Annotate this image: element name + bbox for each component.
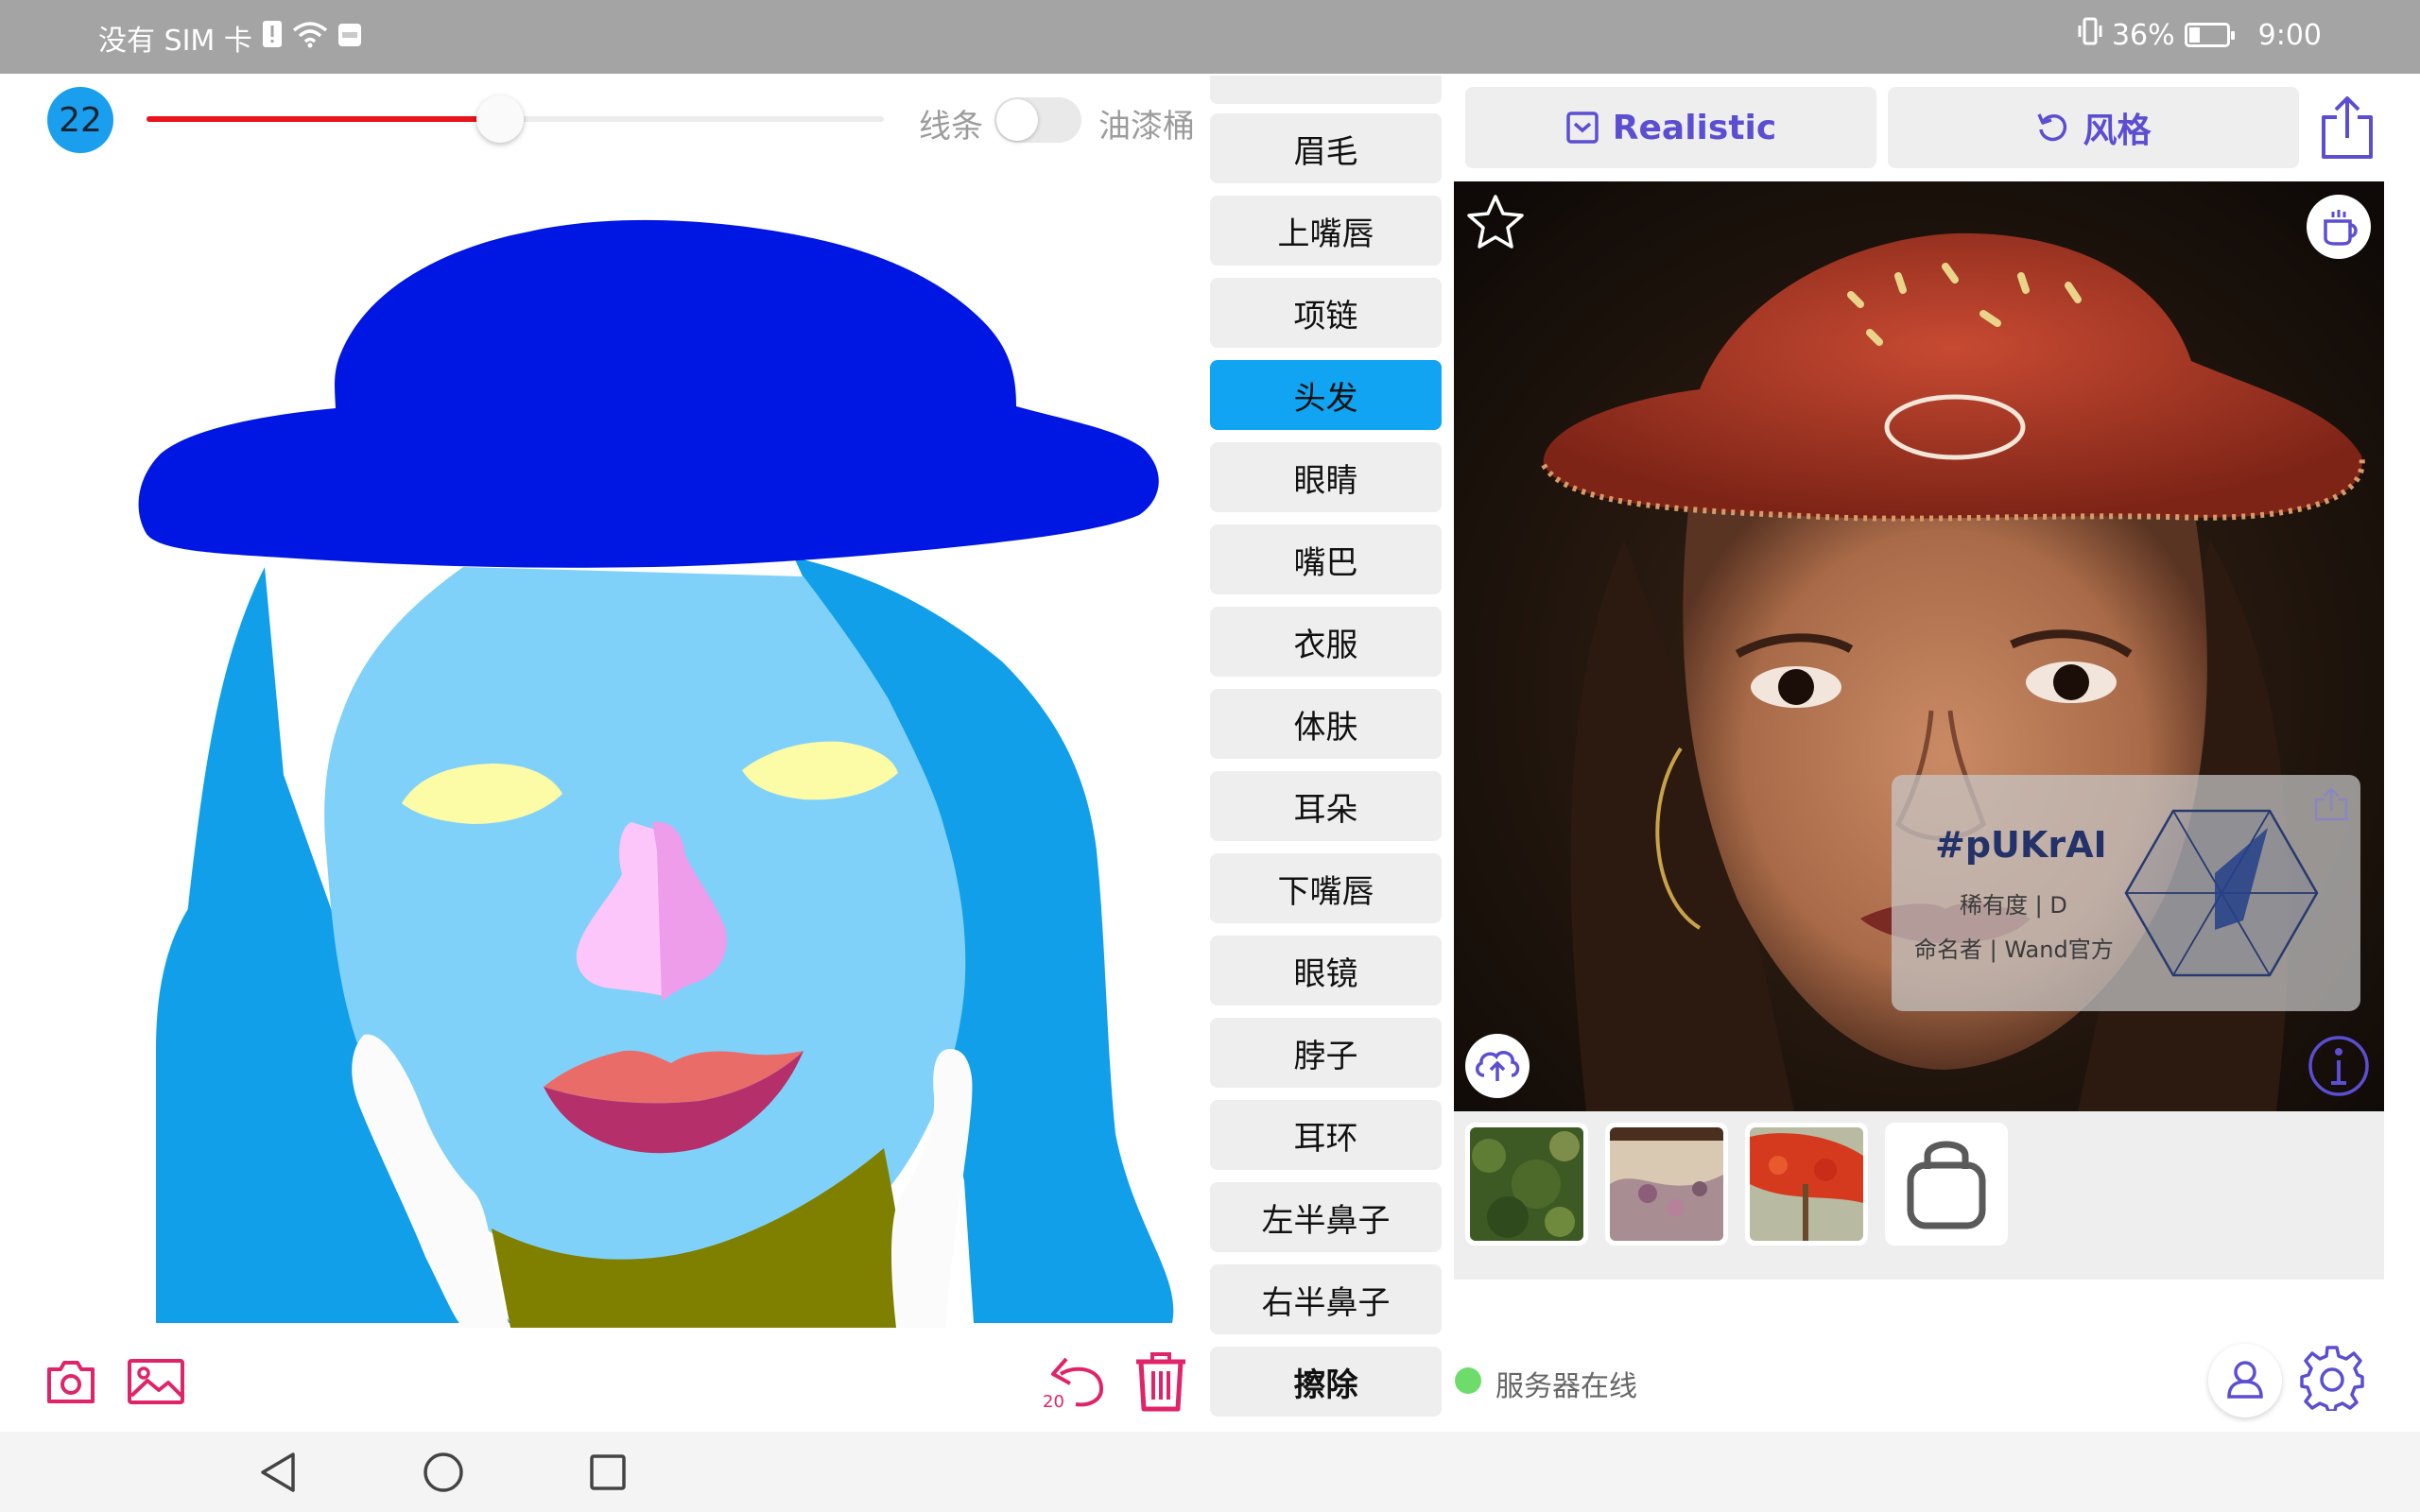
system-nav-bar [0, 1432, 2420, 1512]
refresh-icon [2037, 113, 2067, 142]
label-button[interactable]: 眼镜 [1210, 936, 1442, 1005]
status-bar: 没有 SIM 卡 36% 9:00 [0, 0, 2420, 74]
sim-alert-icon [262, 20, 283, 56]
style-label: 风格 [2083, 112, 2152, 150]
toggle-knob [996, 99, 1038, 141]
drawing-canvas[interactable] [0, 165, 1201, 1328]
label-button[interactable]: 嘴巴 [1210, 524, 1442, 594]
trash-icon[interactable] [1132, 1350, 1189, 1413]
thumbnail-image [1470, 1127, 1583, 1241]
gear-icon[interactable] [2299, 1345, 2365, 1411]
home-icon[interactable] [422, 1451, 465, 1494]
star-icon[interactable] [1465, 193, 1526, 249]
cloud-upload-icon [1476, 1051, 1520, 1081]
slider-fill [147, 116, 501, 122]
back-icon[interactable] [257, 1451, 299, 1494]
rarity-hexagon-chart [2124, 809, 2319, 977]
upload-button[interactable] [1465, 1034, 1530, 1098]
thumbnail-image [1610, 1127, 1723, 1241]
thumbnail[interactable] [1465, 1123, 1588, 1246]
nfc-icon [337, 22, 362, 55]
camera-icon[interactable] [45, 1358, 96, 1405]
label-button[interactable]: 擦除 [1210, 1347, 1442, 1417]
style-button[interactable]: 风格 [1888, 87, 2299, 168]
share-icon[interactable] [2320, 94, 2375, 161]
label-button[interactable]: 头发 [1210, 360, 1442, 430]
undo-count: 20 [1043, 1392, 1064, 1412]
wifi-icon [292, 20, 328, 56]
shopping-bag-icon [1907, 1141, 1986, 1229]
server-status-dot [1455, 1367, 1481, 1394]
thumbnail[interactable] [1745, 1123, 1868, 1246]
portrait-iris [2053, 664, 2089, 700]
label-button[interactable]: 左半鼻子 [1210, 1182, 1442, 1252]
label-button[interactable]: 衣服 [1210, 607, 1442, 677]
account-button[interactable] [2208, 1344, 2282, 1418]
battery-icon [2184, 23, 2235, 47]
card-namer: 命名者 | Wand官方 [1914, 936, 2114, 963]
label-button[interactable]: 耳朵 [1210, 771, 1442, 841]
user-icon [2227, 1361, 2263, 1399]
server-status-text: 服务器在线 [1495, 1370, 1637, 1403]
label-button[interactable]: 上嘴唇 [1210, 196, 1442, 266]
app-root: 没有 SIM 卡 36% 9:00 22 线条 油漆桶 20 眉毛 上嘴唇 项链… [0, 0, 2420, 1512]
mode-line-label: 线条 [919, 108, 983, 146]
label-button[interactable]: 耳环 [1210, 1100, 1442, 1170]
brush-size-slider[interactable] [147, 95, 884, 143]
thumbnail-image [1750, 1127, 1863, 1241]
brush-size-badge[interactable]: 22 [47, 87, 113, 153]
coffee-button[interactable] [2307, 195, 2371, 259]
status-left: 没有 SIM 卡 [98, 17, 362, 59]
realistic-button[interactable]: Realistic [1465, 87, 1876, 168]
realistic-icon [1566, 112, 1599, 144]
portrait-iris [1778, 669, 1814, 705]
label-button[interactable]: 体肤 [1210, 689, 1442, 759]
thumbnail[interactable] [1605, 1123, 1728, 1246]
realistic-label: Realistic [1612, 108, 1777, 147]
mode-toggle[interactable] [994, 97, 1081, 143]
image-icon[interactable] [127, 1358, 185, 1405]
label-button[interactable]: 项链 [1210, 278, 1442, 348]
shop-button[interactable] [1885, 1123, 2008, 1246]
vibrate-icon [2078, 17, 2102, 53]
sketch [138, 219, 1174, 1328]
battery-fill [2188, 27, 2200, 43]
info-icon[interactable] [2307, 1034, 2371, 1098]
info-card[interactable]: #pUKrAI 稀有度 | D 命名者 | Wand官方 [1892, 775, 2360, 1011]
carrier-text: 没有 SIM 卡 [98, 25, 252, 58]
thumbnail-strip [1454, 1111, 2384, 1280]
battery-percent: 36% [2111, 18, 2175, 52]
card-tag: #pUKrAI [1935, 824, 2107, 866]
status-right: 36% 9:00 [2078, 17, 2322, 53]
coffee-cup-icon [2324, 210, 2358, 246]
card-rarity: 稀有度 | D [1960, 892, 2067, 919]
label-list-top-stub [1210, 76, 1442, 104]
sketch-hat-region [138, 219, 1159, 568]
slider-thumb[interactable] [476, 95, 525, 143]
label-button[interactable]: 右半鼻子 [1210, 1264, 1442, 1334]
card-share-icon[interactable] [2313, 786, 2349, 822]
label-button[interactable]: 下嘴唇 [1210, 853, 1442, 923]
label-button[interactable]: 眼睛 [1210, 442, 1442, 512]
label-button[interactable]: 脖子 [1210, 1018, 1442, 1088]
generated-image[interactable]: #pUKrAI 稀有度 | D 命名者 | Wand官方 [1454, 181, 2384, 1111]
clock: 9:00 [2257, 18, 2322, 52]
recents-icon[interactable] [588, 1452, 628, 1492]
label-button[interactable]: 眉毛 [1210, 113, 1442, 183]
mode-bucket-label: 油漆桶 [1098, 108, 1195, 146]
